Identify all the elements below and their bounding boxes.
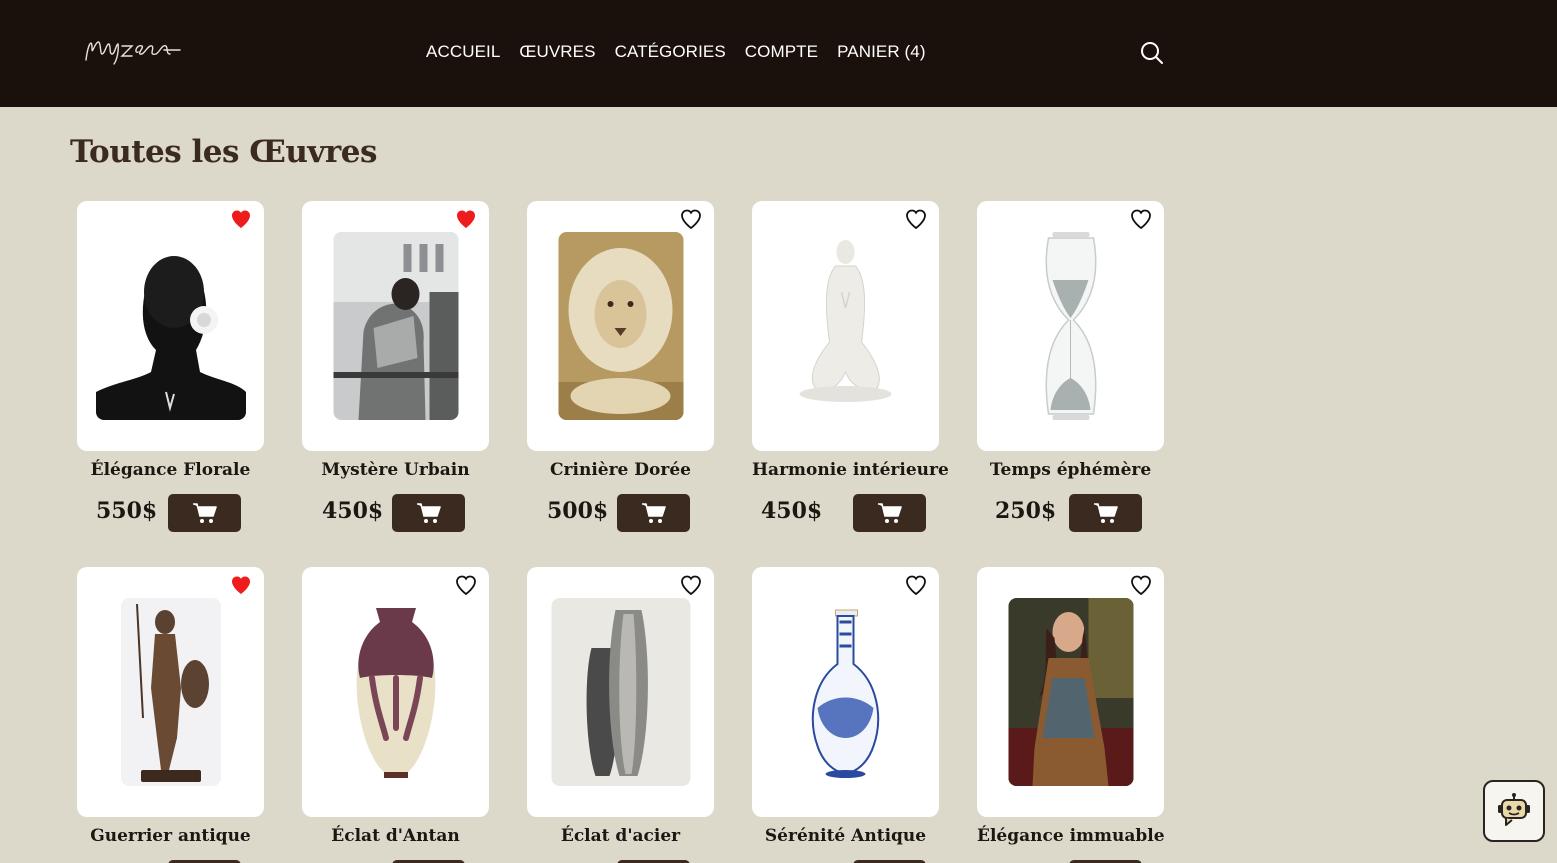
main-nav: ACCUEIL ŒUVRES CATÉGORIES COMPTE PANIER … — [426, 42, 926, 62]
add-to-cart-button[interactable] — [617, 494, 690, 532]
artwork-image[interactable] — [120, 598, 221, 786]
product-card[interactable] — [77, 567, 264, 817]
add-to-cart-button[interactable] — [853, 494, 926, 532]
cart-icon — [877, 503, 902, 523]
product-name: Éclat d'Antan — [331, 826, 460, 846]
heart-outline-icon[interactable] — [679, 573, 703, 597]
heart-filled-icon[interactable] — [454, 207, 478, 231]
artwork-image[interactable] — [333, 232, 458, 420]
product-name: Éclat d'acier — [560, 826, 681, 846]
product-name: Sérénité Antique — [764, 826, 927, 846]
heart-filled-icon[interactable] — [229, 207, 253, 231]
artwork-image[interactable] — [558, 232, 683, 420]
add-to-cart-button[interactable] — [392, 494, 465, 532]
heart-outline-icon[interactable] — [1129, 573, 1153, 597]
nav-item-panier[interactable]: PANIER (4) — [837, 42, 926, 62]
product-name: Élégance Florale — [90, 460, 251, 480]
nav-item-compte[interactable]: COMPTE — [745, 42, 818, 62]
product-name: Crinière Dorée — [550, 460, 691, 480]
top-navbar: ACCUEIL ŒUVRES CATÉGORIES COMPTE PANIER … — [0, 0, 1557, 107]
chatbot-button[interactable] — [1483, 780, 1545, 842]
heart-outline-icon[interactable] — [904, 207, 928, 231]
heart-outline-icon[interactable] — [1129, 207, 1153, 231]
cart-icon — [1093, 503, 1118, 523]
artwork-image[interactable] — [783, 598, 908, 786]
cart-icon — [416, 503, 441, 523]
artwork-image[interactable] — [1008, 598, 1133, 786]
product-price: 450$ — [761, 498, 823, 524]
nav-item-categories[interactable]: CATÉGORIES — [615, 42, 726, 62]
heart-outline-icon[interactable] — [454, 573, 478, 597]
product-price: 450$ — [322, 498, 384, 524]
heart-outline-icon[interactable] — [679, 207, 703, 231]
product-card[interactable] — [77, 201, 264, 451]
artwork-image[interactable] — [95, 232, 246, 420]
product-name: Mystère Urbain — [321, 460, 470, 480]
artwork-image[interactable] — [551, 598, 690, 786]
product-card[interactable] — [527, 201, 714, 451]
logo-signature — [85, 41, 181, 65]
product-price: 500$ — [547, 498, 609, 524]
product-card[interactable] — [977, 567, 1164, 817]
product-card[interactable] — [752, 567, 939, 817]
brand-logo[interactable] — [82, 30, 186, 70]
product-card[interactable] — [977, 201, 1164, 451]
product-card[interactable] — [302, 567, 489, 817]
nav-item-accueil[interactable]: ACCUEIL — [426, 42, 500, 62]
heart-outline-icon[interactable] — [904, 573, 928, 597]
robot-icon — [1498, 793, 1530, 826]
cart-icon — [192, 503, 217, 523]
artwork-image[interactable] — [335, 598, 456, 786]
page-title: Toutes les Œuvres — [70, 134, 377, 170]
artwork-image[interactable] — [783, 232, 908, 420]
nav-item-oeuvres[interactable]: ŒUVRES — [519, 42, 595, 62]
product-name: Harmonie intérieure — [752, 460, 949, 480]
product-card[interactable] — [527, 567, 714, 817]
add-to-cart-button[interactable] — [168, 494, 241, 532]
product-card[interactable] — [302, 201, 489, 451]
product-price: 250$ — [995, 498, 1057, 524]
heart-filled-icon[interactable] — [229, 573, 253, 597]
product-card[interactable] — [752, 201, 939, 451]
product-price: 550$ — [96, 498, 158, 524]
product-name: Temps éphémère — [989, 460, 1152, 480]
cart-icon — [641, 503, 666, 523]
search-icon[interactable] — [1140, 41, 1164, 65]
add-to-cart-button[interactable] — [1069, 494, 1142, 532]
product-name: Guerrier antique — [90, 826, 251, 846]
product-name: Élégance immuable — [977, 826, 1165, 846]
artwork-image[interactable] — [1008, 232, 1133, 420]
